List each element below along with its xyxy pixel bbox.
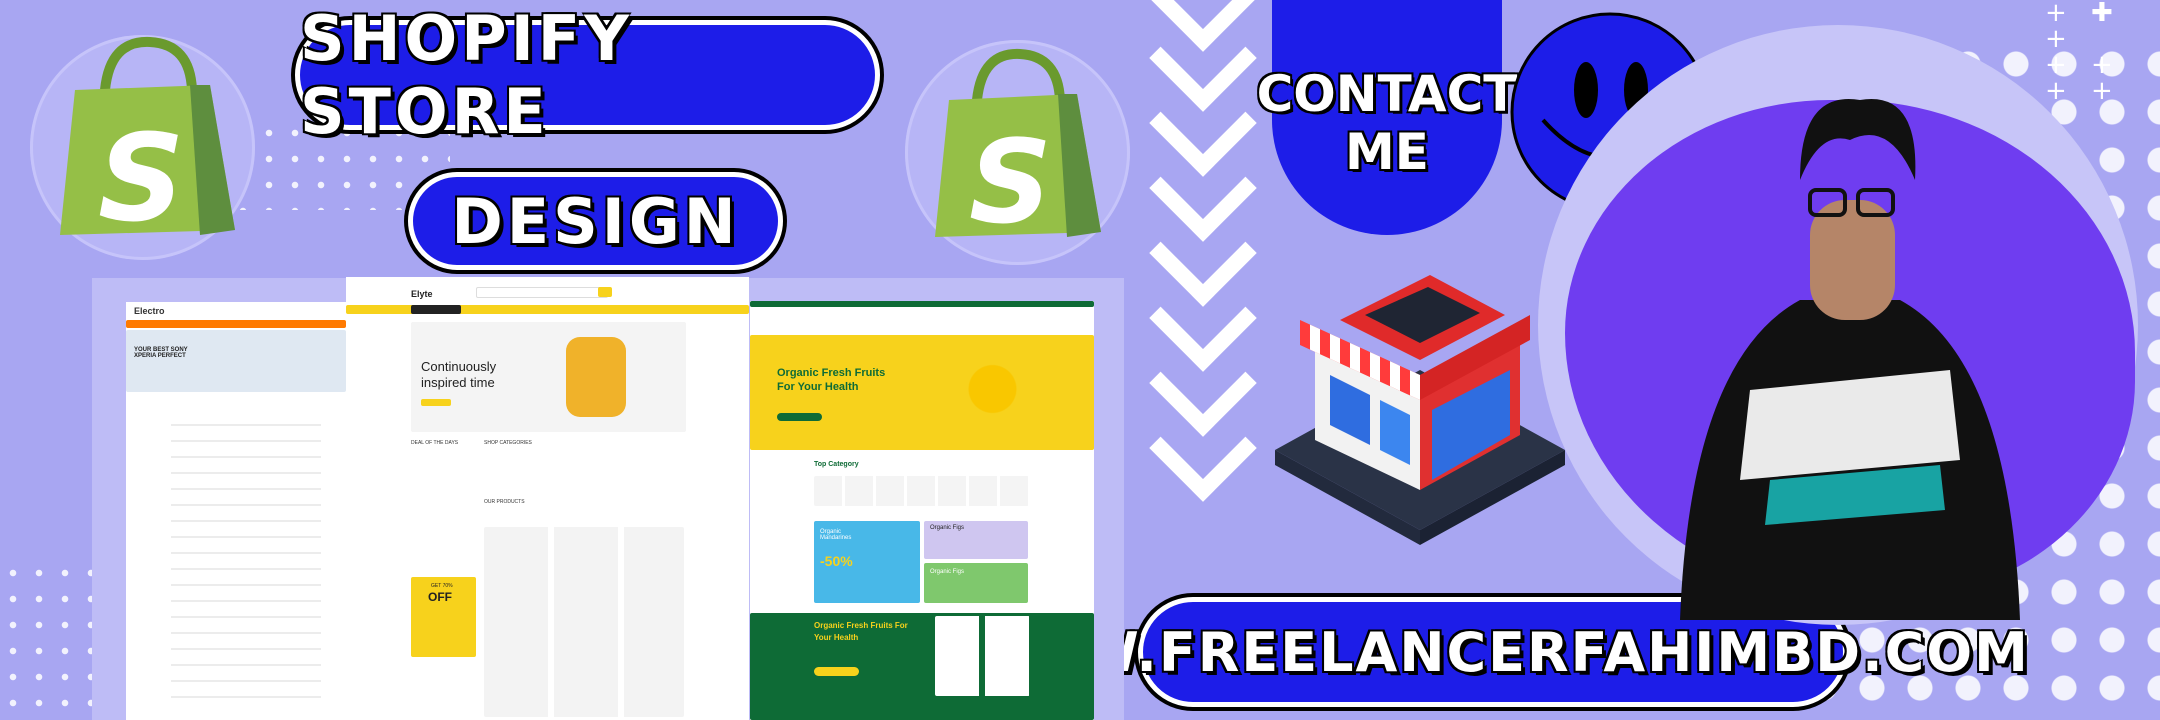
- hero-text: YOUR BEST SONY XPERIA PERFECT: [134, 347, 188, 359]
- deal-heading: DEAL OF THE DAYS: [411, 440, 459, 446]
- card1-title: Organic Mandarines: [820, 529, 852, 541]
- shopify-bag-icon-2: S: [925, 42, 1115, 250]
- card1-discount: -50%: [820, 553, 853, 569]
- promo-green: [750, 613, 1094, 720]
- shop-now-button: [421, 399, 451, 406]
- product-cards: [484, 527, 684, 717]
- profile-photo: [1660, 60, 2040, 620]
- contact-line2: ME: [1345, 122, 1429, 181]
- lemon-image: [950, 349, 1035, 429]
- promo-big: OFF: [428, 590, 452, 604]
- title-pill-design: DESIGN: [408, 172, 783, 270]
- contact-me-badge[interactable]: CONTACT ME: [1257, 0, 1517, 235]
- store-building-icon: [1270, 275, 1570, 545]
- promo-products: [935, 616, 1030, 696]
- promo-line2: Your Health: [814, 633, 859, 642]
- shopify-logo-letter-2: S: [969, 116, 1052, 250]
- title-line2: DESIGN: [451, 184, 740, 258]
- hero-line1: Organic Fresh Fruits: [777, 367, 886, 379]
- search-bar: [476, 287, 608, 298]
- mockup-brand-electro: Electro: [134, 306, 165, 316]
- category-menu: [411, 305, 461, 314]
- shopify-logo-letter: S: [98, 110, 185, 249]
- mockup-electronics-store: Electro YOUR BEST SONY XPERIA PERFECT: [126, 302, 346, 720]
- title-line1: SHOPIFY STORE: [300, 2, 634, 148]
- chevron-down-icon: [1149, 394, 1257, 502]
- sparkle-icons: + ✚ + + + + +: [2045, 0, 2121, 106]
- title-pill-shopify-store: SHOPIFY STORE: [295, 2, 880, 148]
- promo-box: [411, 577, 476, 657]
- promo-small: GET 70%: [431, 583, 453, 589]
- mockup-grocery-store: Organic Fresh Fruits For Your Health Top…: [750, 301, 1094, 720]
- mockup-brand-elyte: Elyte: [411, 289, 433, 299]
- mockup-elyte-store: Elyte Continuously inspired time DEAL OF…: [346, 277, 749, 720]
- top-bar: [750, 301, 1094, 307]
- product-grid: [171, 412, 321, 712]
- shopify-bag-icon: S: [50, 30, 250, 249]
- card2-title: Organic Figs: [930, 525, 965, 531]
- search-button: [598, 287, 612, 297]
- nav-bar: [126, 320, 346, 328]
- category-icons: [814, 476, 1029, 506]
- hero-line2: inspired time: [421, 375, 495, 390]
- promo-button: [814, 667, 859, 676]
- nav-bar-yellow: [346, 305, 749, 314]
- hero-banner: [126, 330, 346, 392]
- watch-image: [566, 337, 626, 417]
- hero-button: [777, 413, 822, 421]
- top-category-heading: Top Category: [814, 461, 859, 468]
- categories-heading: SHOP CATEGORIES: [484, 440, 532, 446]
- contact-line1: CONTACT: [1256, 64, 1518, 123]
- hero-line1: Continuously: [421, 359, 497, 374]
- products-heading: OUR PRODUCTS: [484, 499, 525, 505]
- card3-title: Organic Figs: [930, 569, 965, 575]
- promo-line1: Organic Fresh Fruits For: [814, 621, 908, 630]
- hero-line2: For Your Health: [777, 381, 859, 393]
